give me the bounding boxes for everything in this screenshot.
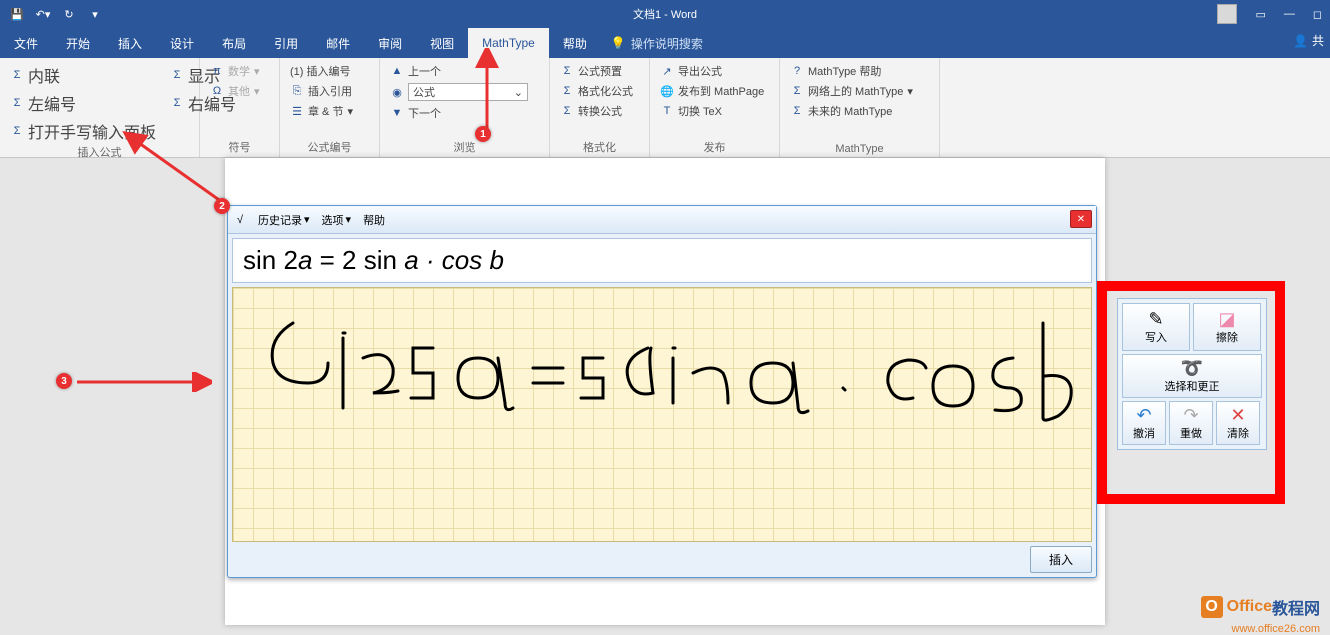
- dot-icon: ◉: [390, 85, 404, 99]
- web-icon: Σ: [790, 84, 804, 98]
- sigma-icon: Σ: [10, 124, 24, 138]
- open-handwriting-button[interactable]: Σ打开手写输入面板: [8, 118, 158, 144]
- down-icon: ▼: [390, 106, 404, 120]
- star-icon: Σ: [790, 104, 804, 118]
- ribbon-options-icon[interactable]: ▭: [1255, 8, 1265, 21]
- help-icon: ?: [790, 64, 804, 78]
- tab-mathtype[interactable]: MathType: [468, 28, 549, 58]
- group-label: MathType: [788, 143, 931, 157]
- mathtype-help-button[interactable]: ?MathType 帮助: [788, 62, 931, 80]
- logo-icon: O: [1201, 596, 1223, 618]
- handwriting-toolbar: √ 历史记录 ▾ 选项 ▾ 帮助 ✕: [228, 206, 1096, 234]
- insert-ref-button[interactable]: ⎘插入引用: [288, 82, 371, 100]
- tab-help[interactable]: 帮助: [549, 28, 601, 58]
- group-label: 公式编号: [288, 139, 371, 157]
- toggle-tex-button[interactable]: T切换 TeX: [658, 102, 771, 120]
- export-formula-button[interactable]: ↗导出公式: [658, 62, 771, 80]
- qat-customize-icon[interactable]: ▾: [86, 5, 104, 23]
- tab-design[interactable]: 设计: [156, 28, 208, 58]
- format-formula-button[interactable]: Σ格式化公式: [558, 82, 641, 100]
- other-symbols-button[interactable]: Ω其他 ▾: [208, 82, 271, 100]
- callout-3: 3: [56, 373, 72, 389]
- help-menu[interactable]: 帮助: [357, 212, 391, 228]
- ink-strokes: [233, 288, 1093, 543]
- formula-preview: sin 2a = 2 sin a · cos b: [232, 238, 1092, 283]
- sigma-icon: Σ: [560, 64, 574, 78]
- sigma-icon: Σ: [170, 68, 184, 82]
- ref-icon: ⎘: [290, 84, 304, 98]
- minimize-icon[interactable]: —: [1284, 8, 1295, 20]
- math-symbols-button[interactable]: π数学 ▾: [208, 62, 271, 80]
- left-number-button[interactable]: Σ左编号: [8, 90, 158, 116]
- group-label: 符号: [208, 139, 271, 157]
- next-button[interactable]: ▼下一个: [388, 104, 541, 122]
- tab-references[interactable]: 引用: [260, 28, 312, 58]
- sigma-icon: Σ: [560, 84, 574, 98]
- ribbon: Σ内联 Σ左编号 Σ打开手写输入面板 Σ显示 Σ右编号 插入公式 π数学 ▾ Ω…: [0, 58, 1330, 158]
- tab-layout[interactable]: 布局: [208, 28, 260, 58]
- pi-icon: π: [210, 64, 224, 78]
- callout-2: 2: [214, 198, 230, 214]
- sigma-icon: Σ: [170, 96, 184, 110]
- omega-icon: Ω: [210, 84, 224, 98]
- tab-home[interactable]: 开始: [52, 28, 104, 58]
- redo-icon[interactable]: ↻: [60, 5, 78, 23]
- user-avatar[interactable]: [1217, 4, 1237, 24]
- close-button[interactable]: ✕: [1070, 210, 1092, 228]
- globe-icon: 🌐: [660, 84, 674, 98]
- export-icon: ↗: [660, 64, 674, 78]
- bulb-icon: 💡: [611, 36, 626, 50]
- tell-me-search[interactable]: 💡操作说明搜索: [601, 35, 713, 52]
- insert-button[interactable]: 插入: [1030, 546, 1092, 573]
- handwriting-panel: √ 历史记录 ▾ 选项 ▾ 帮助 ✕ sin 2a = 2 sin a · co…: [227, 205, 1097, 578]
- mathtype-future-button[interactable]: Σ未来的 MathType: [788, 102, 931, 120]
- menu-bar: 文件 开始 插入 设计 布局 引用 邮件 审阅 视图 MathType 帮助 💡…: [0, 28, 1330, 58]
- publish-mathpage-button[interactable]: 🌐发布到 MathPage: [658, 82, 771, 100]
- save-icon[interactable]: 💾: [8, 5, 26, 23]
- chapter-section-button[interactable]: ☰章 & 节 ▾: [288, 102, 371, 120]
- highlight-box: [1097, 281, 1285, 504]
- watermark: O Office教程网: [1201, 595, 1320, 619]
- formula-combo[interactable]: ◉公式⌄: [388, 82, 541, 102]
- formula-preset-button[interactable]: Σ公式预置: [558, 62, 641, 80]
- sigma-icon: Σ: [10, 68, 24, 82]
- tab-insert[interactable]: 插入: [104, 28, 156, 58]
- title-bar: 💾 ↶▾ ↻ ▾ 文档1 - Word ▭ — ◻: [0, 0, 1330, 28]
- inline-button[interactable]: Σ内联: [8, 62, 158, 88]
- history-menu[interactable]: 历史记录 ▾: [252, 212, 316, 228]
- tab-file[interactable]: 文件: [0, 28, 52, 58]
- sigma-icon: Σ: [560, 104, 574, 118]
- list-icon: ☰: [290, 104, 304, 118]
- sigma-icon: Σ: [10, 96, 24, 110]
- mathtype-web-button[interactable]: Σ网络上的 MathType ▾: [788, 82, 931, 100]
- panel-icon: √: [228, 214, 252, 226]
- options-menu[interactable]: 选项 ▾: [316, 212, 358, 228]
- tab-mailings[interactable]: 邮件: [312, 28, 364, 58]
- share-button[interactable]: 👤 共: [1293, 32, 1324, 49]
- callout-1: 1: [475, 126, 491, 142]
- maximize-icon[interactable]: ◻: [1313, 8, 1322, 21]
- group-label: 浏览: [388, 139, 541, 157]
- tex-icon: T: [660, 104, 674, 118]
- tab-review[interactable]: 审阅: [364, 28, 416, 58]
- convert-formula-button[interactable]: Σ转换公式: [558, 102, 641, 120]
- undo-icon[interactable]: ↶▾: [34, 5, 52, 23]
- window-title: 文档1 - Word: [633, 6, 697, 22]
- group-label: 发布: [658, 139, 771, 157]
- group-label: 格式化: [558, 139, 641, 157]
- handwriting-canvas[interactable]: [232, 287, 1092, 542]
- prev-button[interactable]: ▲上一个: [388, 62, 541, 80]
- up-icon: ▲: [390, 64, 404, 78]
- tab-view[interactable]: 视图: [416, 28, 468, 58]
- insert-number-button[interactable]: (1) 插入编号: [288, 62, 371, 80]
- chevron-down-icon: ⌄: [514, 86, 523, 99]
